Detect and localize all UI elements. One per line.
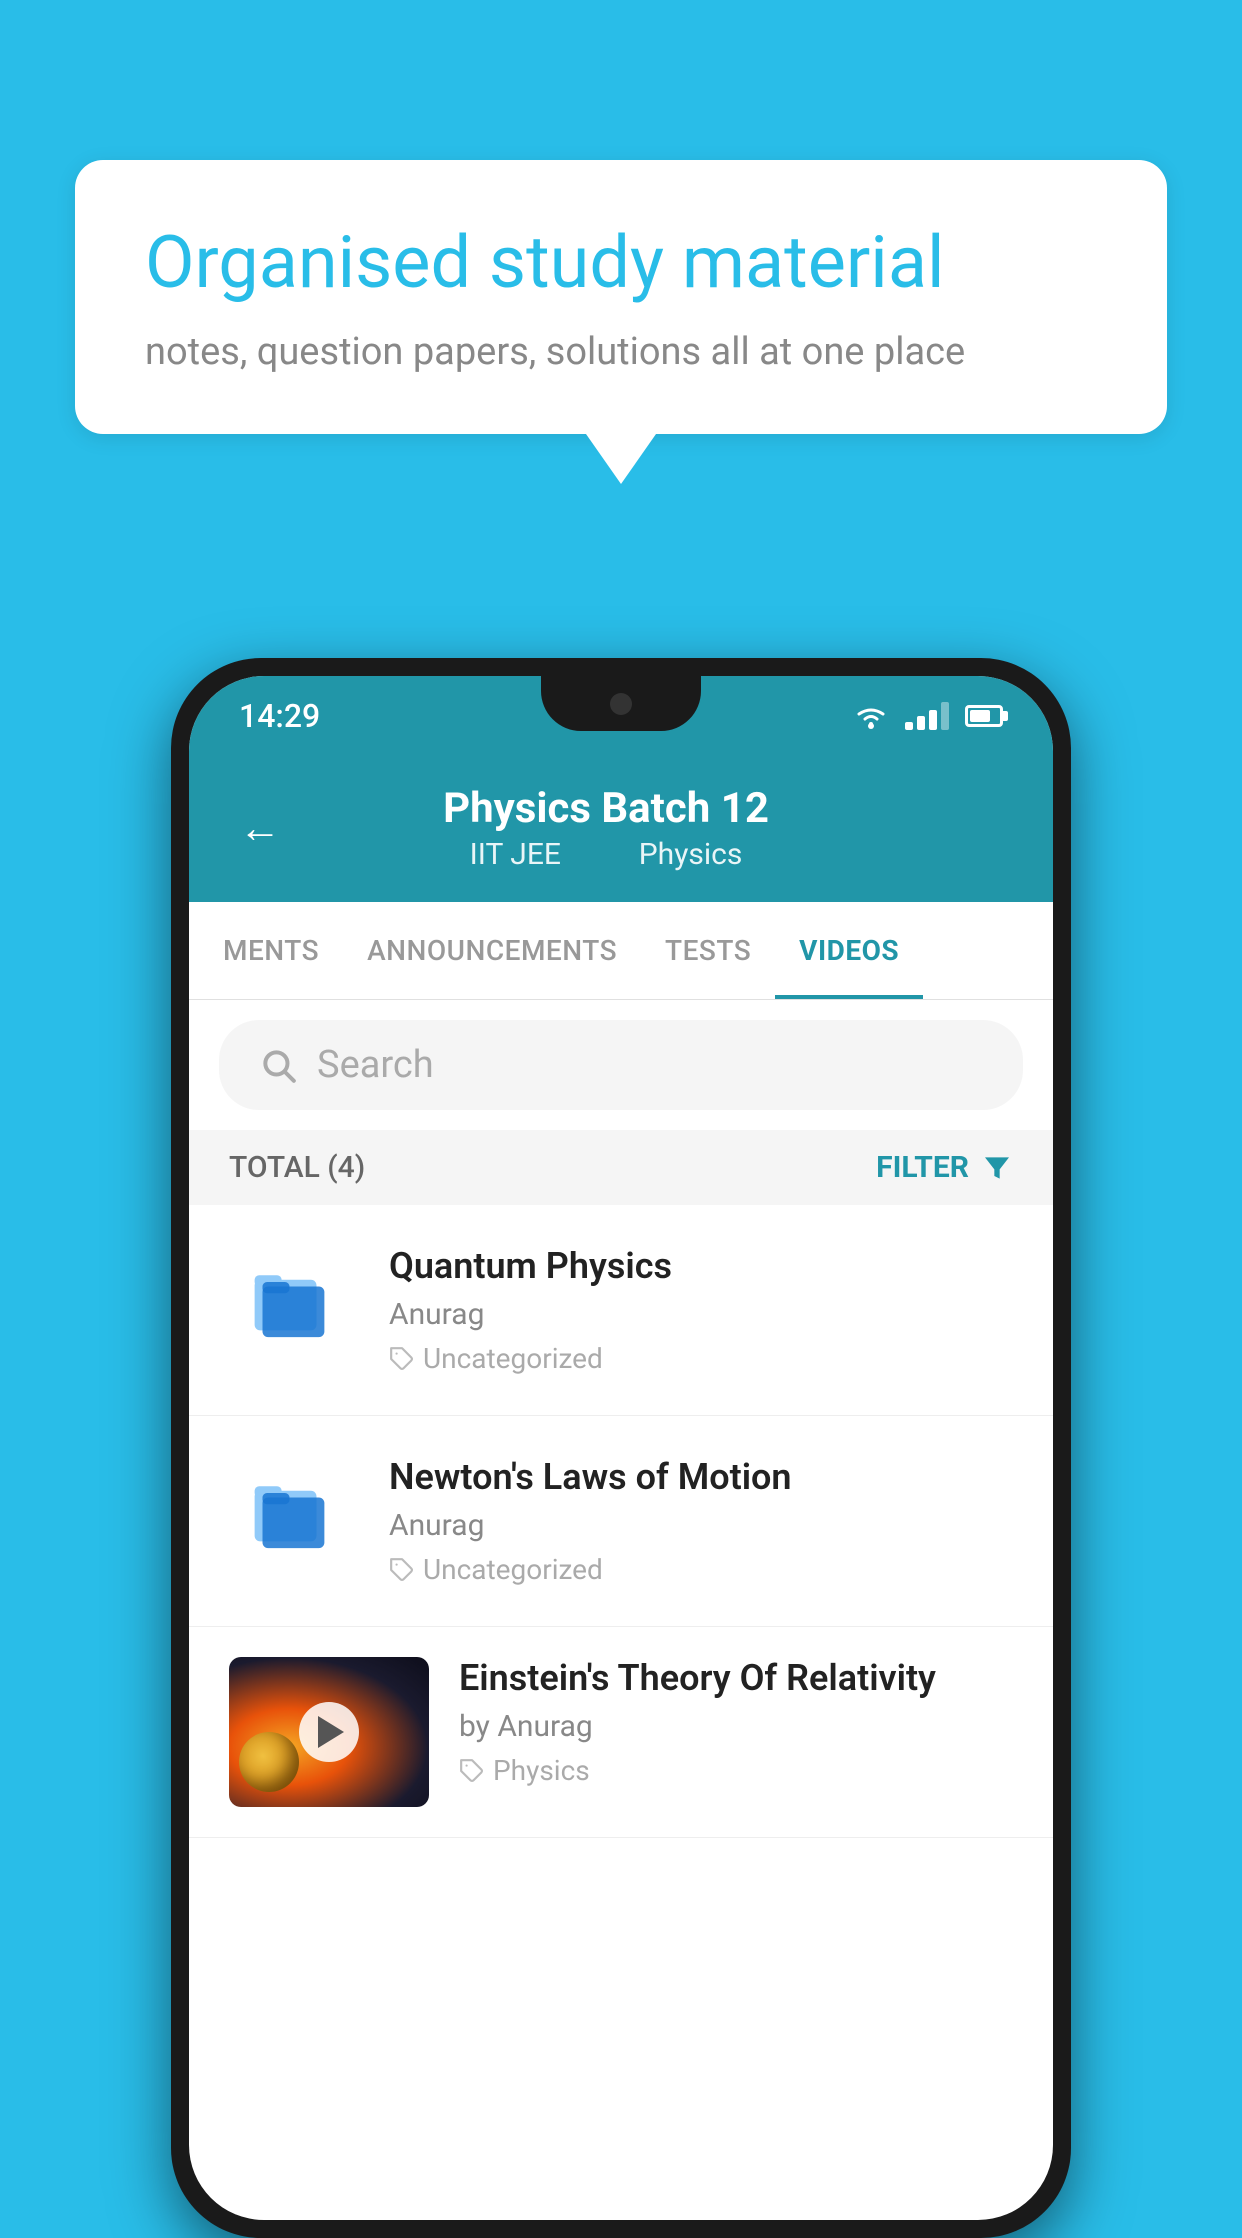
tab-tests[interactable]: TESTS: [641, 902, 775, 999]
item-info-einstein: Einstein's Theory Of Relativity by Anura…: [459, 1657, 1013, 1787]
phone-frame: 14:29: [171, 658, 1071, 2238]
list-item[interactable]: Newton's Laws of Motion Anurag Uncategor…: [189, 1416, 1053, 1627]
play-icon: [318, 1716, 344, 1748]
battery-icon: [965, 705, 1003, 727]
bubble-subtitle: notes, question papers, solutions all at…: [145, 330, 1097, 374]
tabs-bar: MENTS ANNOUNCEMENTS TESTS VIDEOS: [189, 902, 1053, 1000]
status-icons: [853, 702, 1003, 730]
video-author: Anurag: [389, 1508, 1013, 1543]
speech-bubble-card: Organised study material notes, question…: [75, 160, 1167, 434]
folder-icon: [249, 1466, 339, 1556]
video-tag: Uncategorized: [389, 1553, 1013, 1586]
bubble-title: Organised study material: [145, 220, 1097, 306]
item-thumbnail-newton: [229, 1456, 359, 1566]
tab-videos[interactable]: VIDEOS: [775, 902, 923, 999]
item-info-newton: Newton's Laws of Motion Anurag Uncategor…: [389, 1456, 1013, 1586]
tag-icon: [459, 1758, 485, 1784]
notch: [541, 676, 701, 731]
header-info: Physics Batch 12 IIT JEE Physics: [311, 784, 901, 872]
header-subtitle: IIT JEE Physics: [311, 837, 901, 872]
filter-label: FILTER: [876, 1150, 969, 1185]
video-title: Einstein's Theory Of Relativity: [459, 1657, 1013, 1699]
phone-screen: 14:29: [189, 676, 1053, 2220]
video-author: by Anurag: [459, 1709, 1013, 1744]
list-item[interactable]: Einstein's Theory Of Relativity by Anura…: [189, 1627, 1053, 1838]
filter-button[interactable]: FILTER: [876, 1150, 1013, 1185]
video-title: Quantum Physics: [389, 1245, 1013, 1287]
planet-decoration: [239, 1732, 299, 1792]
camera: [610, 693, 632, 715]
tag-icon: [389, 1346, 415, 1372]
status-time: 14:29: [239, 697, 320, 735]
play-button[interactable]: [299, 1702, 359, 1762]
header-subtitle-part1: IIT JEE: [470, 837, 561, 872]
video-title: Newton's Laws of Motion: [389, 1456, 1013, 1498]
speech-bubble-section: Organised study material notes, question…: [75, 160, 1167, 484]
search-placeholder: Search: [317, 1043, 434, 1087]
wifi-icon: [853, 702, 889, 730]
tab-ments[interactable]: MENTS: [199, 902, 343, 999]
search-container: Search: [189, 1000, 1053, 1130]
video-tag: Physics: [459, 1754, 1013, 1787]
video-list: Quantum Physics Anurag Uncategorized: [189, 1205, 1053, 1838]
back-button[interactable]: ←: [239, 804, 281, 853]
search-icon: [259, 1046, 297, 1084]
item-info-quantum: Quantum Physics Anurag Uncategorized: [389, 1245, 1013, 1375]
folder-icon: [249, 1255, 339, 1345]
app-header: ← Physics Batch 12 IIT JEE Physics: [189, 756, 1053, 902]
header-subtitle-separator: [592, 837, 607, 872]
header-subtitle-part2: Physics: [639, 837, 743, 872]
header-title: Physics Batch 12: [311, 784, 901, 833]
filter-icon: [981, 1152, 1013, 1184]
signal-icon: [905, 702, 949, 730]
status-bar: 14:29: [189, 676, 1053, 756]
tab-announcements[interactable]: ANNOUNCEMENTS: [343, 902, 641, 999]
video-tag: Uncategorized: [389, 1342, 1013, 1375]
total-label: TOTAL (4): [229, 1150, 365, 1185]
video-thumbnail-einstein: [229, 1657, 429, 1807]
filter-row: TOTAL (4) FILTER: [189, 1130, 1053, 1205]
tag-icon: [389, 1557, 415, 1583]
speech-bubble-arrow: [586, 434, 656, 484]
search-bar[interactable]: Search: [219, 1020, 1023, 1110]
list-item[interactable]: Quantum Physics Anurag Uncategorized: [189, 1205, 1053, 1416]
video-author: Anurag: [389, 1297, 1013, 1332]
item-thumbnail-quantum: [229, 1245, 359, 1355]
